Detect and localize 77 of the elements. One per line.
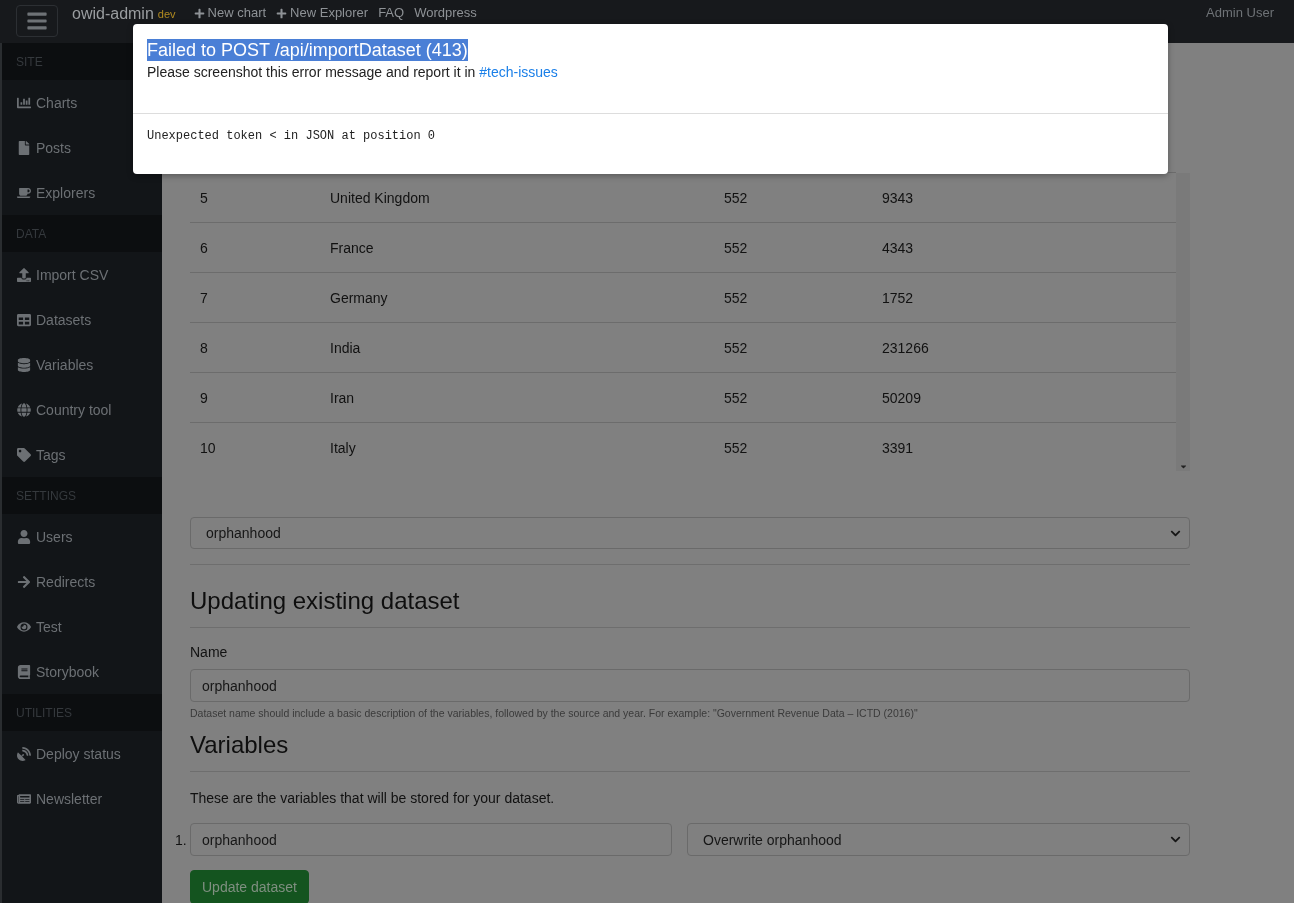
bar-chart-icon	[17, 95, 31, 110]
table-cell-text: Iran	[329, 389, 356, 406]
tag-icon	[17, 447, 31, 462]
menu-button[interactable]	[16, 5, 58, 37]
name-field[interactable]: orphanhood	[190, 669, 1190, 702]
sidebar-item[interactable]: Import CSV	[2, 252, 162, 297]
eye-icon	[17, 619, 31, 634]
sidebar-item[interactable]: Redirects	[2, 559, 162, 604]
database-icon	[17, 357, 31, 372]
book-icon	[17, 664, 31, 679]
scrollbar[interactable]	[1176, 173, 1190, 471]
sidebar-item[interactable]: Newsletter	[2, 776, 162, 821]
table-cell-text: 552	[723, 289, 749, 306]
dataset-select[interactable]: orphanhood	[190, 517, 1190, 549]
user-menu[interactable]: Admin User	[1206, 5, 1274, 20]
table-cell-text: 552	[723, 239, 749, 256]
sidebar-item[interactable]: Variables	[2, 342, 162, 387]
scroll-down-icon[interactable]	[1178, 462, 1188, 471]
sidebar-item[interactable]: Charts	[2, 80, 162, 125]
table-cell-text: 9	[199, 389, 209, 406]
nav-link[interactable]: New Explorer	[276, 5, 369, 21]
table-cell-text: 552	[723, 389, 749, 406]
dialog-title: Failed to POST /api/importDataset (413)	[147, 39, 468, 61]
section-heading: Variables	[190, 731, 290, 759]
nav-link[interactable]: Wordpress	[414, 5, 477, 21]
coffee-cup-icon	[17, 185, 31, 200]
upload-icon	[17, 267, 31, 282]
section-heading: Updating existing dataset	[190, 587, 461, 615]
row-number: 1.	[175, 831, 187, 848]
table-cell-text: 231266	[881, 339, 930, 356]
error-details: Unexpected token < in JSON at position 0	[146, 128, 437, 145]
table-cell-text: 8	[199, 339, 209, 356]
sidebar-item[interactable]: Country tool	[2, 387, 162, 432]
satellite-dish-icon	[17, 746, 31, 761]
brand-name: owid-admin	[72, 5, 154, 23]
table-cell-text: 552	[723, 439, 749, 456]
sidebar-item[interactable]: Explorers	[2, 170, 162, 215]
table-icon	[17, 312, 31, 327]
table-cell-text: 6	[199, 239, 209, 256]
channel-link[interactable]: #tech-issues	[479, 64, 558, 80]
table-cell-text: 1752	[881, 289, 915, 306]
table-cell-text: 10	[199, 439, 217, 456]
intro-text: These are the variables that will be stored for your dataset.	[190, 790, 556, 806]
sidebar-item[interactable]: Datasets	[2, 297, 162, 342]
table-cell-text: 9343	[881, 189, 915, 206]
table-cell-text: 552	[723, 189, 749, 206]
table-cell-text: 50209	[881, 389, 922, 406]
table-cell-text: 7	[199, 289, 209, 306]
nav-link[interactable]: New chart	[193, 5, 267, 21]
table-cell-text: 552	[723, 339, 749, 356]
table-cell-text: 3391	[881, 439, 915, 456]
sidebar-item[interactable]: Storybook	[2, 649, 162, 694]
table-cell-text: India	[329, 339, 362, 356]
sidebar-item[interactable]: Deploy status	[2, 731, 162, 776]
action-select[interactable]: Overwrite orphanhood	[687, 823, 1190, 856]
table-cell-text: 4343	[881, 239, 915, 256]
table-cell-text: Germany	[329, 289, 389, 306]
globe-icon	[17, 402, 31, 417]
nav-link[interactable]: FAQ	[378, 5, 405, 21]
field-label: Name	[190, 644, 229, 660]
user-icon	[17, 529, 31, 544]
variable-name-field[interactable]: orphanhood	[190, 823, 672, 856]
file-icon	[17, 140, 31, 155]
help-text: Dataset name should include a basic description of the variables, followed by the source and year. For example: "Government Revenue Data – ICTD (2016)"	[190, 707, 919, 719]
menu-icon	[26, 10, 48, 32]
chevron-icon	[1170, 834, 1181, 845]
sidebar-item[interactable]: Test	[2, 604, 162, 649]
newspaper-icon	[17, 791, 31, 806]
environment-label: dev	[157, 8, 176, 21]
update-dataset-button[interactable]: Update dataset	[190, 870, 309, 903]
sidebar-item[interactable]: Tags	[2, 432, 162, 477]
table-cell-text: United Kingdom	[329, 189, 431, 206]
table-cell-text: 5	[199, 189, 209, 206]
table-cell-text: Italy	[329, 439, 357, 456]
table-cell-text: France	[329, 239, 375, 256]
arrow-right-icon	[17, 574, 31, 589]
sidebar-item[interactable]: Users	[2, 514, 162, 559]
